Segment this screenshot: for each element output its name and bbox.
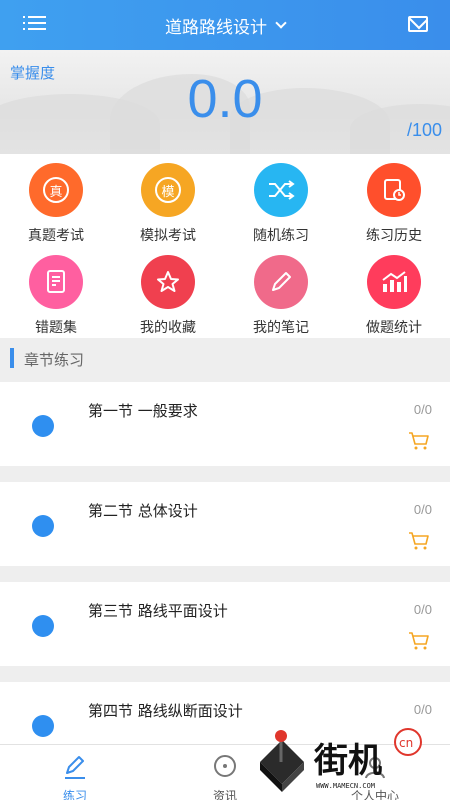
- wrong-questions-button[interactable]: 错题集: [0, 246, 112, 336]
- cart-icon[interactable]: [408, 532, 430, 550]
- chapter-dot-icon: [32, 715, 54, 737]
- section-header: 章节练习: [0, 338, 450, 378]
- svg-text:街机: 街机: [313, 741, 382, 781]
- chapter-item[interactable]: 第三节 路线平面设计 0/0: [0, 582, 450, 666]
- statistics-button[interactable]: 做题统计: [338, 246, 450, 336]
- chapter-dot-icon: [32, 415, 54, 437]
- wrong-questions-label: 错题集: [35, 320, 77, 336]
- statistics-label: 做题统计: [366, 320, 422, 336]
- section-accent: [10, 348, 14, 368]
- mock-exam-label: 模拟考试: [140, 228, 196, 244]
- chapter-item[interactable]: 第一节 一般要求 0/0: [0, 382, 450, 466]
- notes-label: 我的笔记: [253, 320, 309, 336]
- svg-text:cn: cn: [399, 736, 413, 750]
- pencil-icon: [65, 756, 85, 779]
- real-exam-button[interactable]: 真 真题考试: [0, 154, 112, 244]
- top-bar: 道路路线设计: [0, 0, 450, 50]
- stats-icon: [367, 255, 421, 309]
- chevron-down-icon: [275, 17, 287, 29]
- exam-icon: 真: [29, 163, 83, 217]
- tab-practice[interactable]: 练习: [0, 745, 150, 800]
- mastery-total: /100: [406, 120, 442, 140]
- random-practice-button[interactable]: 随机练习: [225, 154, 337, 244]
- favorites-button[interactable]: 我的收藏: [112, 246, 224, 336]
- history-icon: [367, 163, 421, 217]
- chapter-progress: 0/0: [413, 402, 432, 417]
- chapter-item[interactable]: 第二节 总体设计 0/0: [0, 482, 450, 566]
- practice-history-button[interactable]: 练习历史: [338, 154, 450, 244]
- chapter-dot-icon: [32, 515, 54, 537]
- star-icon: [141, 255, 195, 309]
- random-practice-label: 随机练习: [253, 228, 309, 244]
- mastery-score: 0.0: [187, 69, 263, 129]
- news-icon: [214, 755, 236, 777]
- svg-text:WWW.MAMECN.COM: WWW.MAMECN.COM: [316, 782, 375, 790]
- chapter-name: 第二节 总体设计: [88, 502, 198, 520]
- shuffle-icon: [254, 163, 308, 217]
- chapter-name: 第四节 路线纵断面设计: [88, 702, 243, 720]
- chapter-name: 第三节 路线平面设计: [88, 602, 228, 620]
- cart-icon[interactable]: [408, 432, 430, 450]
- wrong-questions-icon: [29, 255, 83, 309]
- chapter-progress: 0/0: [413, 602, 432, 617]
- list-icon[interactable]: [23, 16, 46, 34]
- pencil-icon: [254, 255, 308, 309]
- tab-practice-label: 练习: [62, 789, 87, 800]
- mail-icon[interactable]: [408, 16, 428, 32]
- chapter-name: 第一节 一般要求: [88, 402, 198, 420]
- real-exam-label: 真题考试: [28, 228, 84, 244]
- mock-exam-button[interactable]: 模 模拟考试: [112, 154, 224, 244]
- practice-history-label: 练习历史: [366, 228, 422, 244]
- cart-icon[interactable]: [408, 632, 430, 650]
- mock-exam-icon: 模: [141, 163, 195, 217]
- subject-selector[interactable]: 道路路线设计: [165, 13, 287, 38]
- notes-button[interactable]: 我的笔记: [225, 246, 337, 336]
- chapter-progress: 0/0: [413, 702, 432, 717]
- subject-title: 道路路线设计: [165, 17, 267, 38]
- chapter-dot-icon: [32, 615, 54, 637]
- favorites-label: 我的收藏: [140, 320, 196, 336]
- mastery-banner: 掌握度 0.0 /100: [0, 50, 450, 154]
- section-title: 章节练习: [24, 351, 85, 369]
- chapter-progress: 0/0: [413, 502, 432, 517]
- watermark-logo: 街机 cn WWW.MAMECN.COM: [260, 728, 422, 792]
- feature-grid: 真 真题考试 模 模拟考试 随机练习 练习历史 错题集 我的收藏 我的笔记 做题…: [0, 154, 450, 338]
